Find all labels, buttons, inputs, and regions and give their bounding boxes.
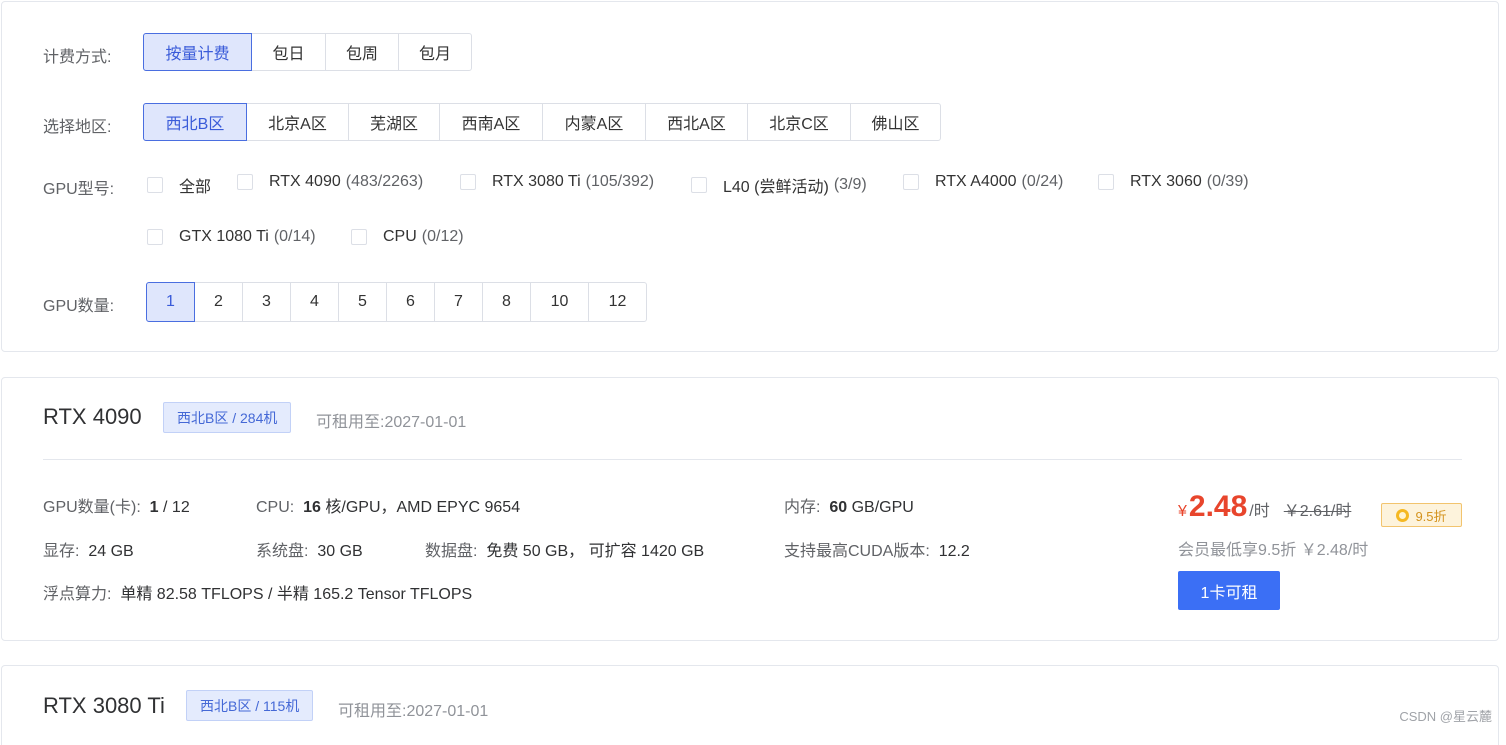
region-label: 选择地区:: [43, 119, 112, 136]
spec-cuda: 支持最高CUDA版本: 12.2: [784, 543, 970, 560]
gpu-model-cpu[interactable]: CPU (0/12): [351, 228, 464, 246]
gpu-count-option-1[interactable]: 1: [146, 282, 195, 322]
region-option-northwest-a[interactable]: 西北A区: [645, 103, 748, 141]
rent-until: 可租用至:2027-01-01: [338, 703, 489, 720]
billing-option-pay-as-you-go[interactable]: 按量计费: [143, 33, 252, 71]
gpu-count-option-4[interactable]: 4: [290, 282, 339, 322]
price-value: 2.48: [1188, 490, 1248, 523]
gpu-model-rtx-3060[interactable]: RTX 3060 (0/39): [1098, 173, 1249, 191]
gpu-model-rtx-a4000[interactable]: RTX A4000 (0/24): [903, 173, 1063, 191]
region-option-wuhu[interactable]: 芜湖区: [348, 103, 440, 141]
billing-option-weekly[interactable]: 包周: [325, 33, 399, 71]
checkbox[interactable]: [691, 177, 707, 193]
card-title: RTX 4090: [43, 404, 142, 429]
spec-system-disk: 系统盘: 30 GB: [256, 543, 363, 560]
coin-icon: [1396, 508, 1410, 522]
region-option-southwest-a[interactable]: 西南A区: [439, 103, 543, 141]
gpu-model-label: GPU型号:: [43, 181, 115, 198]
filter-panel: 计费方式: 按量计费 包日 包周 包月 选择地区: 西北B区 北京A区 芜湖区 …: [1, 1, 1499, 352]
gpu-model-rtx-3080-ti[interactable]: RTX 3080 Ti (105/392): [460, 173, 654, 191]
spec-vram: 显存: 24 GB: [43, 543, 134, 560]
card-title: RTX 3080 Ti: [43, 693, 165, 718]
gpu-count-option-6[interactable]: 6: [386, 282, 435, 322]
billing-options: 按量计费 包日 包周 包月: [143, 33, 472, 71]
gpu-card-rtx-3080-ti: RTX 3080 Ti 西北B区 / 115机 可租用至:2027-01-01: [1, 665, 1499, 745]
checkbox[interactable]: [460, 174, 476, 190]
region-option-northwest-b[interactable]: 西北B区: [143, 103, 247, 141]
card-divider: [43, 459, 1462, 460]
checkbox[interactable]: [351, 229, 367, 245]
billing-option-monthly[interactable]: 包月: [398, 33, 472, 71]
spec-flops: 浮点算力: 单精 82.58 TFLOPS / 半精 165.2 Tensor …: [43, 586, 473, 603]
region-options: 西北B区 北京A区 芜湖区 西南A区 内蒙A区 西北A区 北京C区 佛山区: [143, 103, 941, 141]
spec-gpu-count: GPU数量(卡): 1 / 12: [43, 499, 190, 516]
gpu-count-options: 1 2 3 4 5 6 7 8 10 12: [146, 282, 647, 322]
gpu-count-option-10[interactable]: 10: [530, 282, 589, 322]
gpu-count-option-2[interactable]: 2: [194, 282, 243, 322]
gpu-count-option-8[interactable]: 8: [482, 282, 531, 322]
member-price-note: 会员最低享9.5折 ￥2.48/时: [1178, 542, 1369, 559]
gpu-count-option-12[interactable]: 12: [588, 282, 647, 322]
gpu-model-l40[interactable]: L40 (尝鲜活动) (3/9): [691, 173, 867, 197]
region-tag: 西北B区 / 284机: [163, 402, 292, 433]
gpu-model-rtx-4090[interactable]: RTX 4090 (483/2263): [237, 173, 423, 191]
rent-button[interactable]: 1卡可租: [1178, 571, 1280, 610]
spec-cpu: CPU: 16 核/GPU，AMD EPYC 9654: [256, 499, 521, 516]
price: ¥ 2.48 /时 ￥2.61/时: [1178, 490, 1352, 523]
rent-until: 可租用至:2027-01-01: [316, 414, 467, 431]
checkbox[interactable]: [903, 174, 919, 190]
discount-badge: 9.5折: [1381, 503, 1462, 527]
billing-option-daily[interactable]: 包日: [251, 33, 326, 71]
gpu-count-label: GPU数量:: [43, 298, 115, 315]
checkbox[interactable]: [147, 177, 163, 193]
region-option-beijing-a[interactable]: 北京A区: [246, 103, 349, 141]
spec-data-disk: 数据盘: 免费 50 GB， 可扩容 1420 GB: [425, 543, 705, 560]
gpu-model-gtx-1080-ti[interactable]: GTX 1080 Ti (0/14): [147, 228, 316, 246]
checkbox[interactable]: [147, 229, 163, 245]
billing-label: 计费方式:: [43, 49, 112, 66]
region-option-foshan[interactable]: 佛山区: [850, 103, 941, 141]
region-option-beijing-c[interactable]: 北京C区: [747, 103, 851, 141]
watermark: CSDN @星云麓: [1399, 709, 1492, 724]
region-tag: 西北B区 / 115机: [186, 690, 314, 721]
gpu-count-option-5[interactable]: 5: [338, 282, 387, 322]
gpu-count-option-3[interactable]: 3: [242, 282, 291, 322]
original-price: ￥2.61/时: [1283, 503, 1352, 520]
region-option-neimeng-a[interactable]: 内蒙A区: [542, 103, 646, 141]
spec-memory: 内存: 60 GB/GPU: [784, 499, 914, 516]
gpu-count-option-7[interactable]: 7: [434, 282, 483, 322]
checkbox[interactable]: [1098, 174, 1114, 190]
gpu-card-rtx-4090: RTX 4090 西北B区 / 284机 可租用至:2027-01-01 GPU…: [1, 377, 1499, 641]
gpu-model-all[interactable]: 全部: [147, 173, 211, 197]
checkbox[interactable]: [237, 174, 253, 190]
